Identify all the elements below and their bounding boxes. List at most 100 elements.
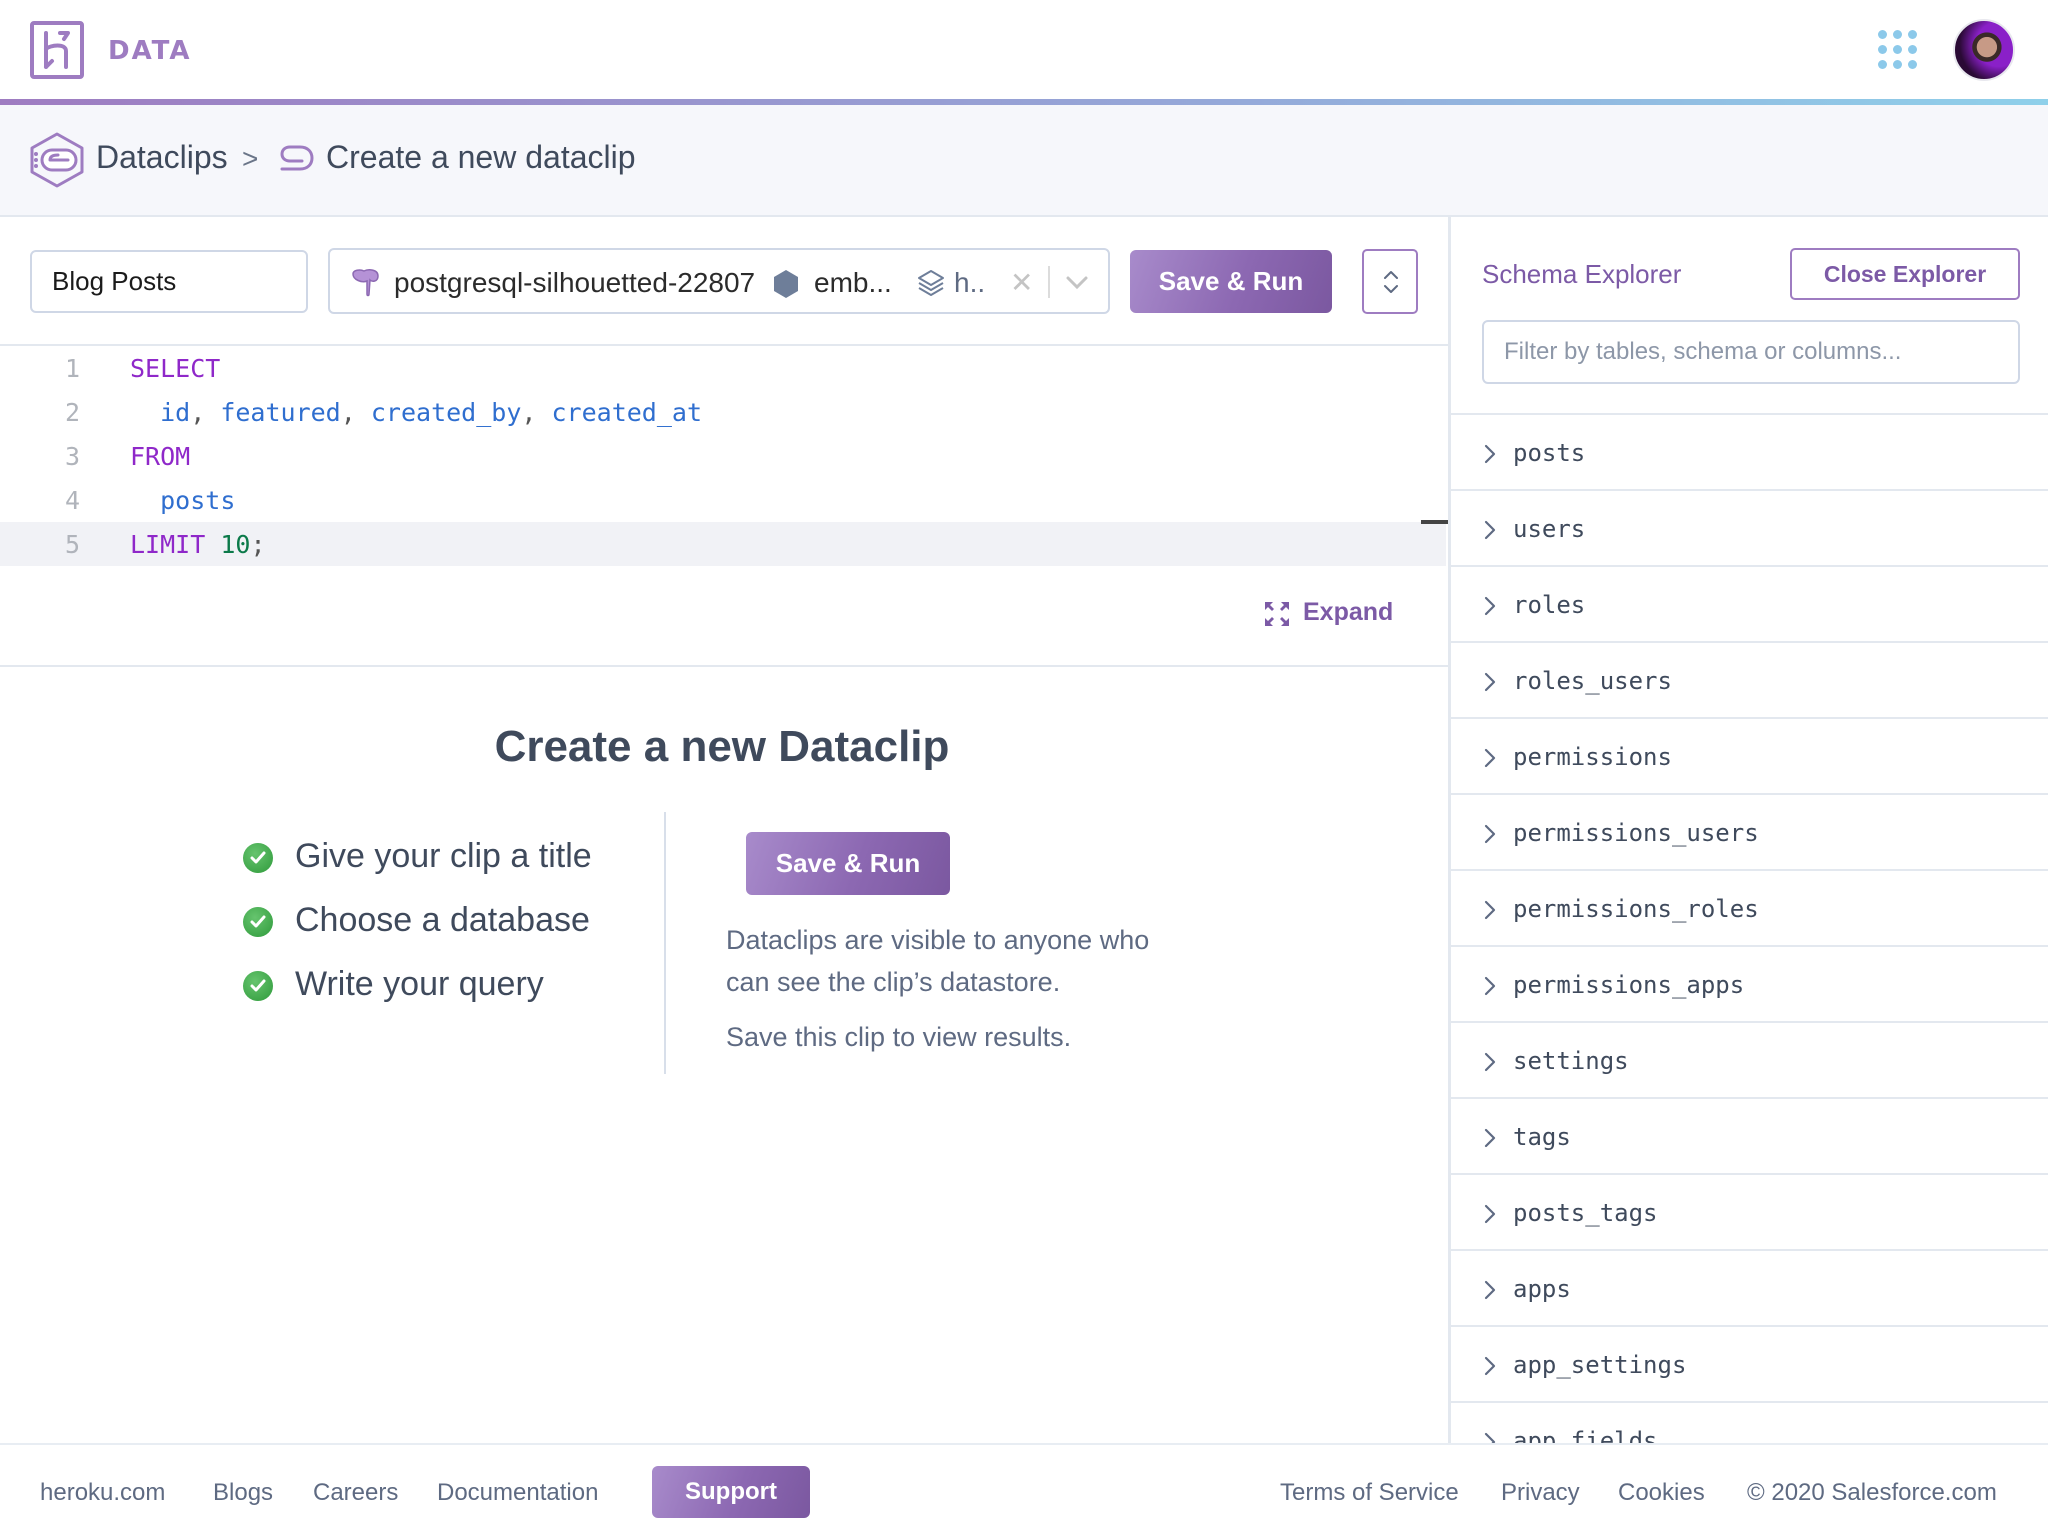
code-token: FROM xyxy=(130,442,191,471)
code-text: LIMIT 10; xyxy=(130,530,266,559)
chevron-right-icon xyxy=(1484,748,1496,768)
dataclips-icon xyxy=(30,132,84,188)
breadcrumb-dataclips-link[interactable]: Dataclips xyxy=(96,139,228,176)
footer-link-privacy[interactable]: Privacy xyxy=(1501,1479,1580,1507)
footer: heroku.com Blogs Careers Documentation S… xyxy=(0,1443,2048,1536)
database-name: postgresql-silhouetted-22807 xyxy=(394,267,756,298)
schema-table-row[interactable]: roles xyxy=(1451,565,2048,641)
code-line[interactable]: 3 FROM xyxy=(0,434,1446,478)
dataclip-icon xyxy=(280,145,314,171)
schema-table-row[interactable]: settings xyxy=(1451,1021,2048,1097)
checklist-item-text: Choose a database xyxy=(295,901,590,939)
footer-link-blogs[interactable]: Blogs xyxy=(213,1479,273,1507)
chevron-right-icon xyxy=(1484,1356,1496,1376)
heroku-logo-icon xyxy=(44,31,70,69)
line-number: 3 xyxy=(64,442,80,471)
code-token: posts xyxy=(160,486,236,515)
dataclip-title-input[interactable] xyxy=(30,250,308,313)
breadcrumb: Dataclips > Create a new dataclip xyxy=(0,105,2048,217)
line-number: 2 xyxy=(64,398,80,427)
chevron-right-icon xyxy=(1484,596,1496,616)
footer-link-heroku[interactable]: heroku.com xyxy=(40,1479,165,1507)
chevron-right-icon xyxy=(1484,520,1496,540)
chevron-right-icon xyxy=(1484,1052,1496,1072)
code-token: 10 xyxy=(220,530,251,559)
space-layers-icon xyxy=(918,270,944,296)
save-run-button[interactable]: Save & Run xyxy=(1130,250,1332,313)
table-name: roles_users xyxy=(1513,667,1672,695)
schema-table-row[interactable]: app_settings xyxy=(1451,1325,2048,1401)
database-select[interactable]: postgresql-silhouetted-22807 emb... h.. … xyxy=(328,248,1110,314)
footer-link-terms[interactable]: Terms of Service xyxy=(1280,1479,1459,1507)
check-circle-icon xyxy=(243,843,273,873)
schema-table-row[interactable]: posts xyxy=(1451,413,2048,489)
chevron-right-icon xyxy=(1484,1280,1496,1300)
schema-table-row[interactable]: permissions_users xyxy=(1451,793,2048,869)
chevron-right-icon xyxy=(1484,824,1496,844)
schema-table-row[interactable]: posts_tags xyxy=(1451,1173,2048,1249)
table-name: posts xyxy=(1513,439,1586,467)
code-token: , xyxy=(340,398,371,427)
copyright: © 2020 Salesforce.com xyxy=(1747,1479,1997,1506)
schema-table-row[interactable]: app_fields xyxy=(1451,1401,2048,1443)
code-text: id, featured, created_by, created_at xyxy=(130,398,702,427)
schema-table-row[interactable]: permissions_roles xyxy=(1451,869,2048,945)
breadcrumb-current: Create a new dataclip xyxy=(326,139,636,175)
code-token: LIMIT xyxy=(130,530,206,559)
code-line[interactable]: 4 posts xyxy=(0,478,1446,522)
space-name: h.. xyxy=(954,267,986,298)
table-name: app_fields xyxy=(1513,1427,1658,1443)
table-name: permissions_apps xyxy=(1513,971,1745,999)
code-line[interactable]: 5 LIMIT 10; xyxy=(0,522,1446,566)
chevron-right-icon xyxy=(1484,976,1496,996)
sql-editor[interactable]: 1 SELECT 2 id, featured, created_by, creat… xyxy=(0,346,1446,566)
apps-grid-icon[interactable] xyxy=(1878,30,1918,70)
table-name: permissions_users xyxy=(1513,819,1759,847)
code-token: ; xyxy=(250,530,266,559)
schema-table-row[interactable]: roles_users xyxy=(1451,641,2048,717)
save-run-button-secondary[interactable]: Save & Run xyxy=(746,832,950,895)
postgres-icon xyxy=(352,269,379,297)
chevron-down-icon[interactable] xyxy=(1064,270,1090,296)
chevron-right-icon xyxy=(1484,1128,1496,1148)
code-token: id xyxy=(160,398,191,427)
code-line[interactable]: 1 SELECT xyxy=(0,346,1446,390)
app-name: emb... xyxy=(814,267,892,298)
footer-link-careers[interactable]: Careers xyxy=(313,1479,398,1507)
clear-selection-icon[interactable]: ✕ xyxy=(1010,266,1033,299)
editor-bottom-divider xyxy=(0,665,1448,667)
support-button[interactable]: Support xyxy=(652,1466,810,1518)
select-separator xyxy=(1048,266,1050,298)
schema-table-row[interactable]: permissions_apps xyxy=(1451,945,2048,1021)
checklist-item-text: Write your query xyxy=(295,965,544,1003)
schema-table-row[interactable]: permissions xyxy=(1451,717,2048,793)
toggle-editor-size-button[interactable] xyxy=(1362,249,1418,314)
schema-filter-input[interactable] xyxy=(1482,320,2020,384)
user-avatar[interactable] xyxy=(1953,19,2015,81)
top-navbar: DATA xyxy=(0,0,2048,100)
visibility-info-line1: Dataclips are visible to anyone who xyxy=(726,925,1150,955)
editor-scroll-marker xyxy=(1421,520,1448,524)
footer-link-documentation[interactable]: Documentation xyxy=(437,1479,598,1507)
brand-title: DATA xyxy=(108,36,192,66)
close-explorer-button[interactable]: Close Explorer xyxy=(1790,248,2020,300)
schema-table-row[interactable]: tags xyxy=(1451,1097,2048,1173)
footer-link-cookies[interactable]: Cookies xyxy=(1618,1479,1705,1507)
table-name: apps xyxy=(1513,1275,1571,1303)
schema-explorer-panel: Schema Explorer Close Explorer posts user… xyxy=(1448,217,2048,1443)
table-name: roles xyxy=(1513,591,1586,619)
line-number: 4 xyxy=(64,486,80,515)
heroku-logo[interactable] xyxy=(30,21,84,79)
code-line[interactable]: 2 id, featured, created_by, created_at xyxy=(0,390,1446,434)
table-name: users xyxy=(1513,515,1586,543)
check-circle-icon xyxy=(243,971,273,1001)
code-token: , xyxy=(521,398,552,427)
schema-table-row[interactable]: apps xyxy=(1451,1249,2048,1325)
checklist-item-text: Give your clip a title xyxy=(295,837,592,875)
schema-table-row[interactable]: users xyxy=(1451,489,2048,565)
table-name: permissions xyxy=(1513,743,1672,771)
code-token: featured xyxy=(220,398,341,427)
check-circle-icon xyxy=(243,907,273,937)
